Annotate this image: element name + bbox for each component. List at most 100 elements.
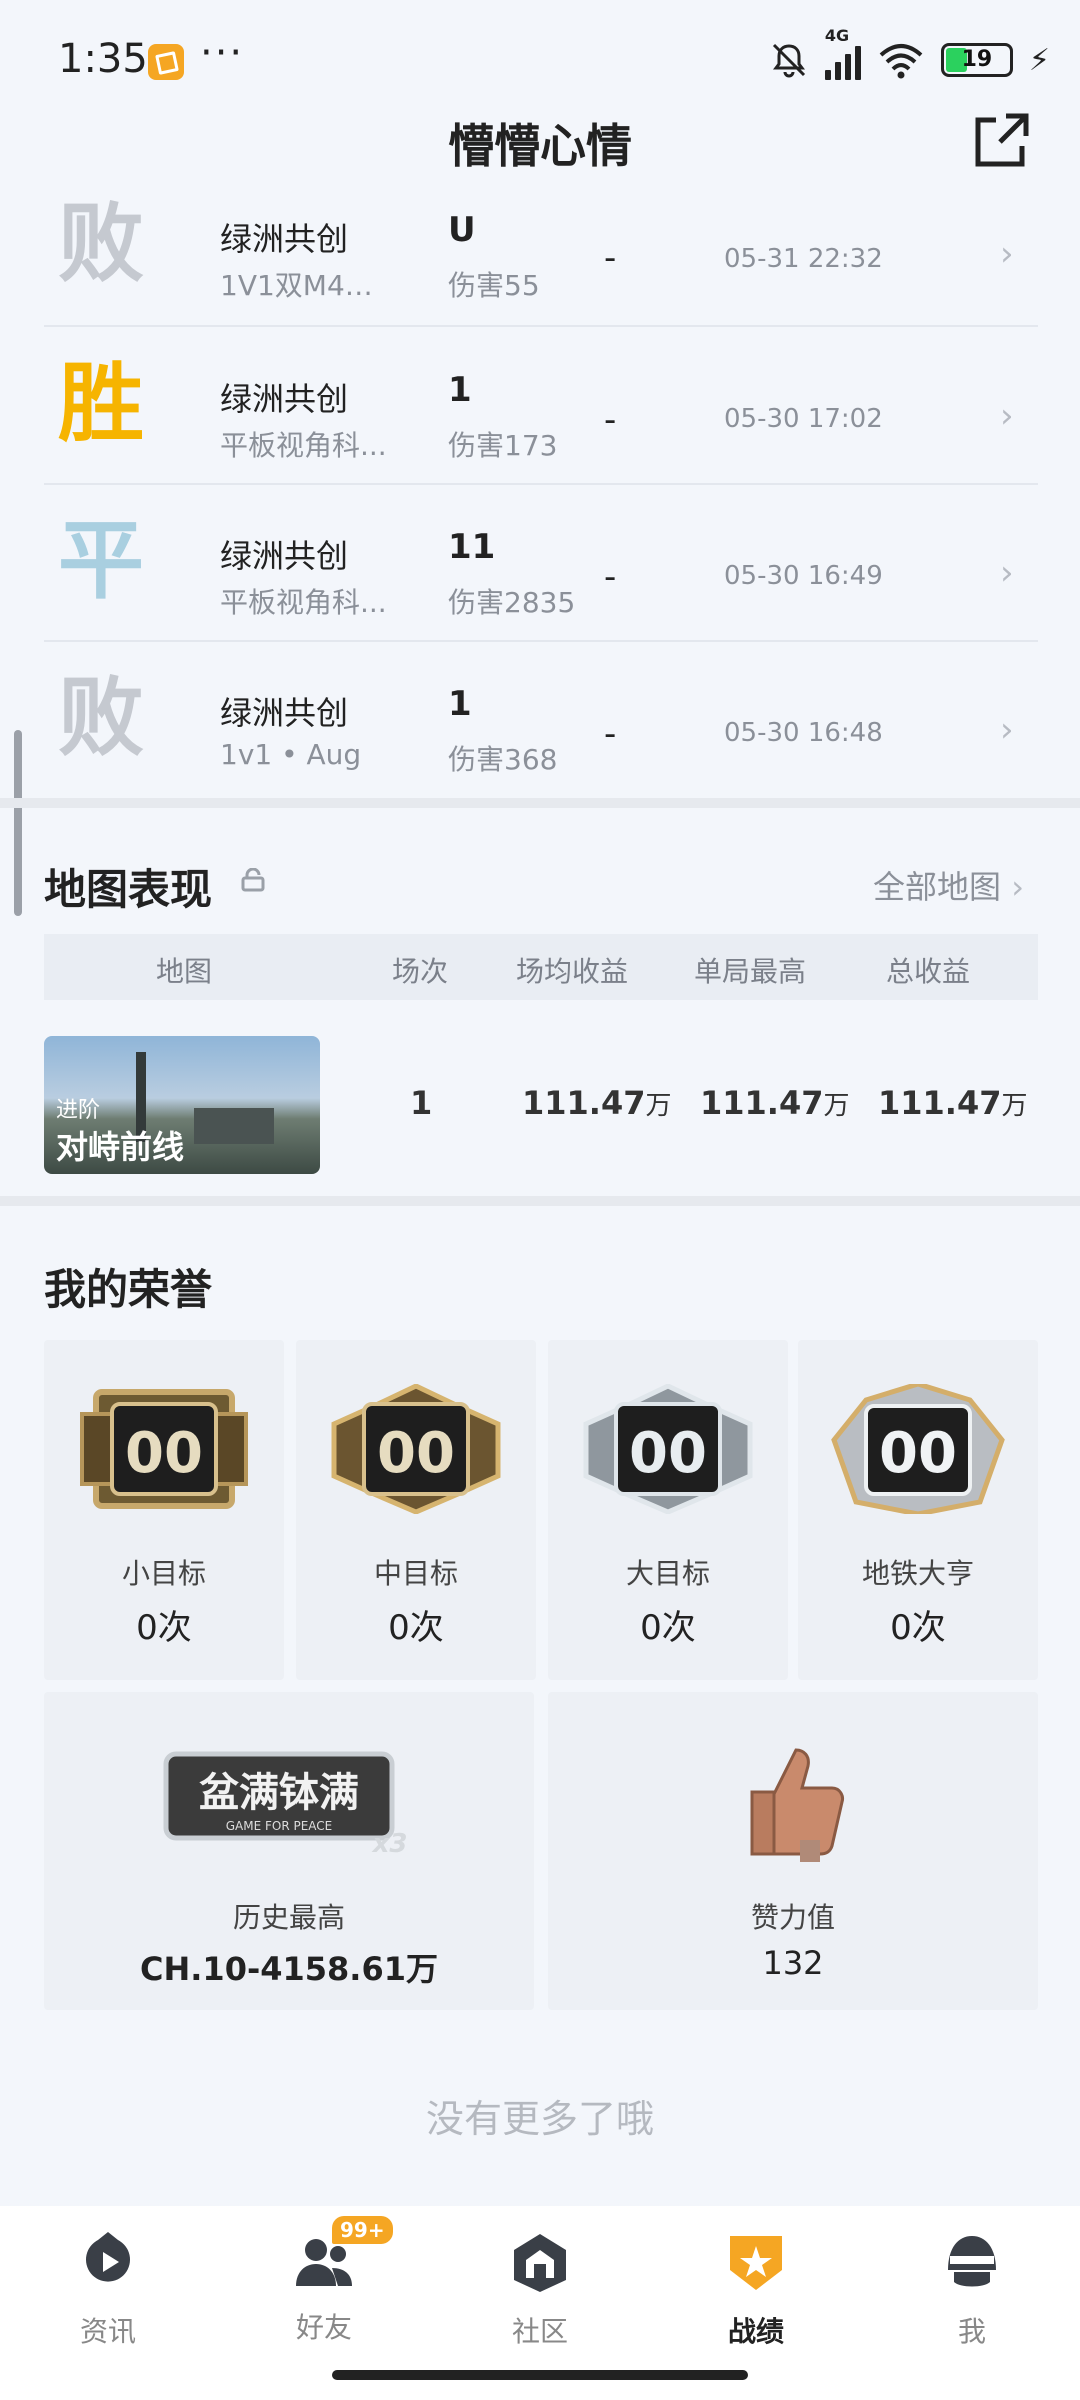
honor-card-small[interactable]: 00 小目标 0次: [44, 1340, 284, 1680]
map-avg-value: 111.47: [522, 1084, 646, 1122]
app-notification-icon: [148, 44, 184, 80]
status-bar: 1:35 ··· 4G 19 ⚡: [0, 0, 1080, 120]
honor-count: 0次: [388, 1608, 444, 1648]
match-row[interactable]: 平 绿洲共创 平板视角科... 11 伤害2835 - 05-30 16:49 …: [44, 485, 1038, 642]
honor-card-tycoon[interactable]: 00 地铁大亨 0次: [798, 1340, 1038, 1680]
share-button[interactable]: [972, 110, 1032, 170]
friends-badge: 99+: [332, 2216, 393, 2244]
news-icon: [86, 2232, 130, 2282]
nav-record[interactable]: 战绩: [696, 2230, 816, 2350]
map-best-value: 111.47: [700, 1084, 824, 1122]
col-games: 场次: [392, 955, 449, 988]
match-row[interactable]: 胜 绿洲共创 平板视角科... 1 伤害173 - 05-30 17:02 ›: [44, 328, 1038, 485]
small-goal-badge-icon: 00: [80, 1389, 248, 1509]
match-mode: 绿洲共创: [220, 694, 349, 732]
nav-label: 战绩: [727, 2315, 784, 2348]
all-maps-label: 全部地图: [873, 868, 1002, 906]
match-time: 05-31 22:32: [724, 244, 883, 274]
match-rank: U: [448, 210, 476, 250]
map-best: 111.47万: [700, 1084, 850, 1122]
match-time: 05-30 16:48: [724, 718, 883, 748]
svg-text:00: 00: [125, 1421, 203, 1486]
honor-label: 小目标: [121, 1557, 206, 1590]
match-result: 败: [58, 668, 144, 768]
match-submode: 平板视角科...: [220, 586, 387, 619]
nav-label: 社区: [511, 2315, 568, 2348]
chevron-right-icon: ›: [1000, 396, 1014, 436]
cell-signal-icon: 4G: [824, 26, 861, 80]
map-image-building: [194, 1108, 274, 1144]
section-divider: [0, 1196, 1080, 1206]
honor-card-medium[interactable]: 00 中目标 0次: [296, 1340, 536, 1680]
match-time: 05-30 16:49: [724, 561, 883, 591]
likes-card[interactable]: 赞力值 132: [548, 1692, 1038, 2010]
match-rank: 1: [448, 370, 472, 410]
honor-count: 0次: [890, 1608, 946, 1648]
match-mode: 绿洲共创: [220, 220, 349, 258]
nav-label: 资讯: [79, 2315, 136, 2348]
battery-icon: 19: [940, 43, 1013, 77]
match-damage: 伤害55: [448, 269, 540, 302]
match-damage: 伤害173: [448, 429, 558, 462]
honor-label: 地铁大亨: [861, 1557, 974, 1590]
system-icons: 4G 19 ⚡: [769, 26, 1050, 80]
col-total: 总收益: [886, 955, 971, 988]
metro-tycoon-badge-icon: 00: [831, 1384, 1005, 1514]
honor-count: 0次: [640, 1608, 696, 1648]
battery-level: 19: [961, 47, 993, 72]
thumbs-up-icon: [750, 1748, 844, 1862]
likes-value: 132: [762, 1944, 824, 1982]
match-rank: 1: [448, 684, 472, 724]
nav-label: 好友: [295, 2311, 352, 2344]
honor-card-large[interactable]: 00 大目标 0次: [548, 1340, 788, 1680]
nav-profile[interactable]: 我: [912, 2230, 1032, 2350]
scroll-indicator[interactable]: [14, 730, 22, 916]
nav-community[interactable]: 社区: [480, 2230, 600, 2350]
honor-label: 大目标: [625, 1557, 710, 1590]
section-divider: [0, 798, 1080, 808]
chevron-right-icon: ›: [1011, 868, 1024, 906]
record-icon: [730, 2236, 782, 2290]
likes-label: 赞力值: [750, 1901, 835, 1934]
match-row[interactable]: 败 绿洲共创 1v1 • Aug 1 伤害368 - 05-30 16:48 ›: [44, 642, 1038, 799]
nav-news[interactable]: 资讯: [48, 2230, 168, 2350]
svg-text:x3: x3: [371, 1829, 408, 1859]
match-mode: 绿洲共创: [220, 380, 349, 418]
match-kd: -: [604, 714, 617, 754]
nav-friends[interactable]: 99+ 好友: [264, 2216, 393, 2346]
map-total: 111.47万: [878, 1084, 1028, 1122]
map-total-value: 111.47: [878, 1084, 1002, 1122]
unit: 万: [823, 1091, 850, 1121]
page-title: 懵懵心情: [448, 119, 632, 173]
match-damage: 伤害2835: [448, 586, 576, 619]
history-high-label: 历史最高: [232, 1901, 345, 1934]
profile-icon: [948, 2236, 996, 2287]
charging-icon: ⚡: [1028, 42, 1050, 78]
network-type: 4G: [824, 26, 850, 45]
chevron-right-icon: ›: [1000, 553, 1014, 593]
history-high-card[interactable]: 盆满钵满 GAME FOR PEACE x3 历史最高 CH.10-4158.6…: [44, 1692, 534, 2010]
history-high-value: CH.10-4158.61万: [140, 1950, 438, 1988]
match-kd: -: [604, 238, 617, 278]
chevron-right-icon: ›: [1000, 710, 1014, 750]
no-more-text: 没有更多了哦: [425, 2097, 654, 2141]
map-avg: 111.47万: [522, 1084, 672, 1122]
match-kd: -: [604, 557, 617, 597]
col-map: 地图: [156, 955, 213, 988]
mute-icon: [772, 43, 805, 78]
map-thumbnail[interactable]: 进阶 对峙前线: [44, 1036, 320, 1174]
match-submode: 平板视角科...: [220, 429, 387, 462]
map-section-title: 地图表现: [44, 865, 213, 914]
home-indicator[interactable]: [332, 2370, 748, 2380]
large-goal-badge-icon: 00: [583, 1384, 753, 1514]
community-icon: [514, 2234, 566, 2292]
col-best: 单局最高: [694, 955, 807, 988]
match-row[interactable]: 败 绿洲共创 1V1双M4对掏 U 伤害55 - 05-31 22:32 ›: [44, 170, 1038, 327]
full-pot-badge-icon: 盆满钵满 GAME FOR PEACE x3: [163, 1751, 408, 1859]
svg-text:00: 00: [377, 1421, 455, 1486]
all-maps-link[interactable]: 全部地图 ›: [873, 862, 1024, 908]
lock-icon: [241, 868, 265, 892]
status-time: 1:35: [58, 36, 148, 82]
unit: 万: [1001, 1091, 1028, 1121]
map-name: 对峙前线: [56, 1128, 185, 1166]
